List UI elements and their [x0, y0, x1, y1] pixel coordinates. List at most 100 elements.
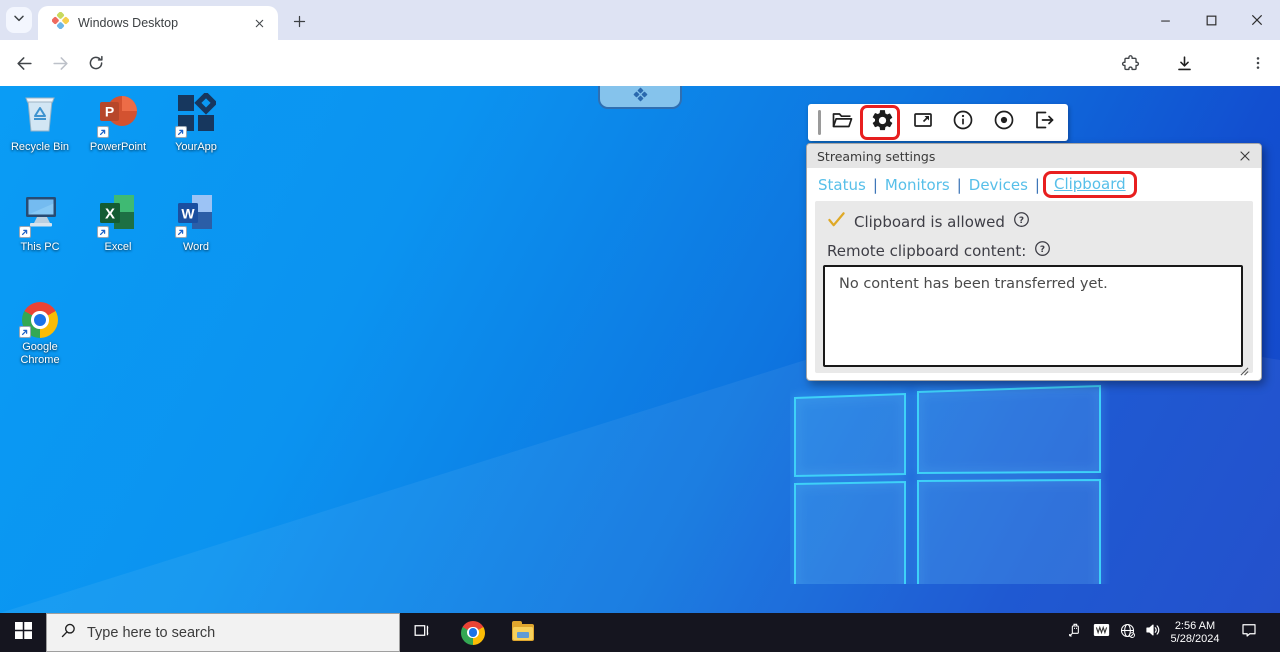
tray-network-button[interactable] [1116, 613, 1138, 652]
remote-desktop-viewport[interactable]: Recycle Bin P PowerPoint [0, 86, 1280, 613]
back-button[interactable] [10, 49, 38, 77]
clock-date: 5/28/2024 [1163, 633, 1227, 646]
desktop-icon-excel[interactable]: X Excel [79, 194, 157, 254]
forward-button[interactable] [46, 49, 74, 77]
downloads-icon[interactable] [1170, 49, 1198, 77]
shortcut-arrow-icon [19, 326, 31, 338]
desktop-icon-label: Google Chrome [12, 341, 68, 367]
exit-icon [1032, 108, 1056, 137]
maximize-button[interactable] [1188, 0, 1234, 40]
desktop-icon-label: PowerPoint [79, 141, 157, 154]
tab-title: Windows Desktop [78, 16, 250, 30]
minimize-button[interactable] [1142, 0, 1188, 40]
desktop-icon-recycle-bin[interactable]: Recycle Bin [1, 94, 79, 154]
desktop-icon-label: Excel [79, 241, 157, 254]
taskbar-clock[interactable]: 2:56 AM 5/28/2024 [1163, 613, 1227, 652]
chevron-down-icon [11, 10, 27, 31]
panel-tab-bar: Status | Monitors | Devices | Clipboard [807, 168, 1261, 201]
desktop-icon-google-chrome[interactable]: Google Chrome [1, 294, 79, 367]
remote-content-label: Remote clipboard content: [827, 242, 1026, 260]
streaming-settings-panel: Streaming settings Status | Monitors | D… [806, 143, 1262, 381]
help-icon[interactable]: ? [1034, 240, 1051, 261]
desktop-icon-powerpoint[interactable]: P PowerPoint [79, 94, 157, 154]
svg-text:P: P [105, 104, 114, 120]
svg-text:?: ? [1019, 216, 1024, 226]
new-tab-button[interactable] [286, 8, 312, 34]
file-transfer-button[interactable] [822, 104, 862, 141]
clipboard-content-textarea[interactable] [823, 265, 1243, 367]
browser-menu-icon[interactable] [1244, 49, 1272, 77]
screen: Windows Desktop [0, 0, 1280, 652]
tray-usb-button[interactable] [1064, 613, 1086, 652]
task-view-icon [412, 621, 431, 645]
check-icon [827, 211, 846, 232]
shortcut-arrow-icon [97, 126, 109, 138]
panel-header: Streaming settings [807, 144, 1261, 168]
vw-tray-icon [1093, 623, 1110, 642]
desktop-icon-yourapp[interactable]: YourApp [157, 94, 235, 154]
shortcut-arrow-icon [97, 226, 109, 238]
extensions-icon[interactable] [1116, 49, 1144, 77]
fullscreen-button[interactable] [903, 104, 943, 141]
task-view-button[interactable] [404, 613, 438, 652]
tray-volume-button[interactable] [1141, 613, 1165, 652]
tab-clipboard[interactable]: Clipboard [1043, 171, 1137, 198]
desktop-icon-label: Word [157, 241, 235, 254]
taskbar-search-box[interactable] [46, 613, 400, 652]
tab-separator: | [957, 176, 962, 194]
svg-text:X: X [105, 206, 115, 223]
tab-monitors[interactable]: Monitors [885, 176, 950, 194]
gear-icon [870, 108, 895, 138]
help-icon[interactable]: ? [1013, 211, 1030, 232]
search-icon [60, 622, 77, 644]
taskbar-file-explorer-button[interactable] [506, 613, 540, 652]
usb-device-icon [1067, 622, 1083, 643]
info-button[interactable] [943, 104, 983, 141]
record-icon [992, 108, 1016, 137]
clipboard-tab-content: Clipboard is allowed ? Remote clipboard … [815, 201, 1253, 373]
reload-button[interactable] [82, 49, 110, 77]
site-favicon-icon [52, 12, 69, 34]
browser-tab-strip: Windows Desktop [0, 0, 1280, 40]
streaming-toolbar-handle[interactable] [598, 86, 682, 109]
oneclick-diamond-icon [633, 87, 648, 107]
clipboard-status-row: Clipboard is allowed ? [827, 211, 1030, 232]
panel-title: Streaming settings [817, 149, 1239, 164]
globe-network-icon [1119, 622, 1136, 644]
record-button[interactable] [984, 104, 1024, 141]
search-input[interactable] [87, 625, 367, 641]
settings-button[interactable] [862, 104, 902, 141]
tab-separator: | [873, 176, 878, 194]
exit-session-button[interactable] [1024, 104, 1064, 141]
panel-close-icon[interactable] [1239, 147, 1251, 166]
window-controls [1142, 0, 1280, 40]
close-window-button[interactable] [1234, 0, 1280, 40]
fit-screen-icon [911, 108, 935, 137]
desktop-icon-word[interactable]: W Word [157, 194, 235, 254]
tab-search-button[interactable] [6, 7, 32, 33]
info-icon [951, 108, 975, 137]
desktop-icon-label: Recycle Bin [1, 141, 79, 154]
file-explorer-icon [512, 624, 534, 641]
svg-text:W: W [181, 206, 195, 222]
folder-icon [830, 108, 854, 137]
tab-devices[interactable]: Devices [969, 176, 1028, 194]
recycle-bin-icon [23, 93, 57, 138]
taskbar-chrome-button[interactable] [456, 613, 490, 652]
desktop-icon-this-pc[interactable]: This PC [1, 194, 79, 254]
tab-close-icon[interactable] [250, 14, 268, 32]
clipboard-allowed-label: Clipboard is allowed [854, 213, 1005, 231]
action-center-button[interactable] [1234, 613, 1264, 652]
streaming-toolbar [808, 104, 1068, 141]
toolbar-drag-handle[interactable] [818, 110, 821, 135]
remote-clipboard-row: Remote clipboard content: ? [827, 240, 1051, 261]
notification-bubble-icon [1240, 621, 1258, 644]
shortcut-arrow-icon [19, 226, 31, 238]
chrome-icon [461, 621, 485, 645]
browser-tab[interactable]: Windows Desktop [38, 6, 278, 40]
windows-taskbar: 2:56 AM 5/28/2024 [0, 613, 1280, 652]
start-button[interactable] [0, 613, 46, 652]
tab-status[interactable]: Status [818, 176, 866, 194]
tray-app-button[interactable] [1089, 613, 1113, 652]
shortcut-arrow-icon [175, 126, 187, 138]
